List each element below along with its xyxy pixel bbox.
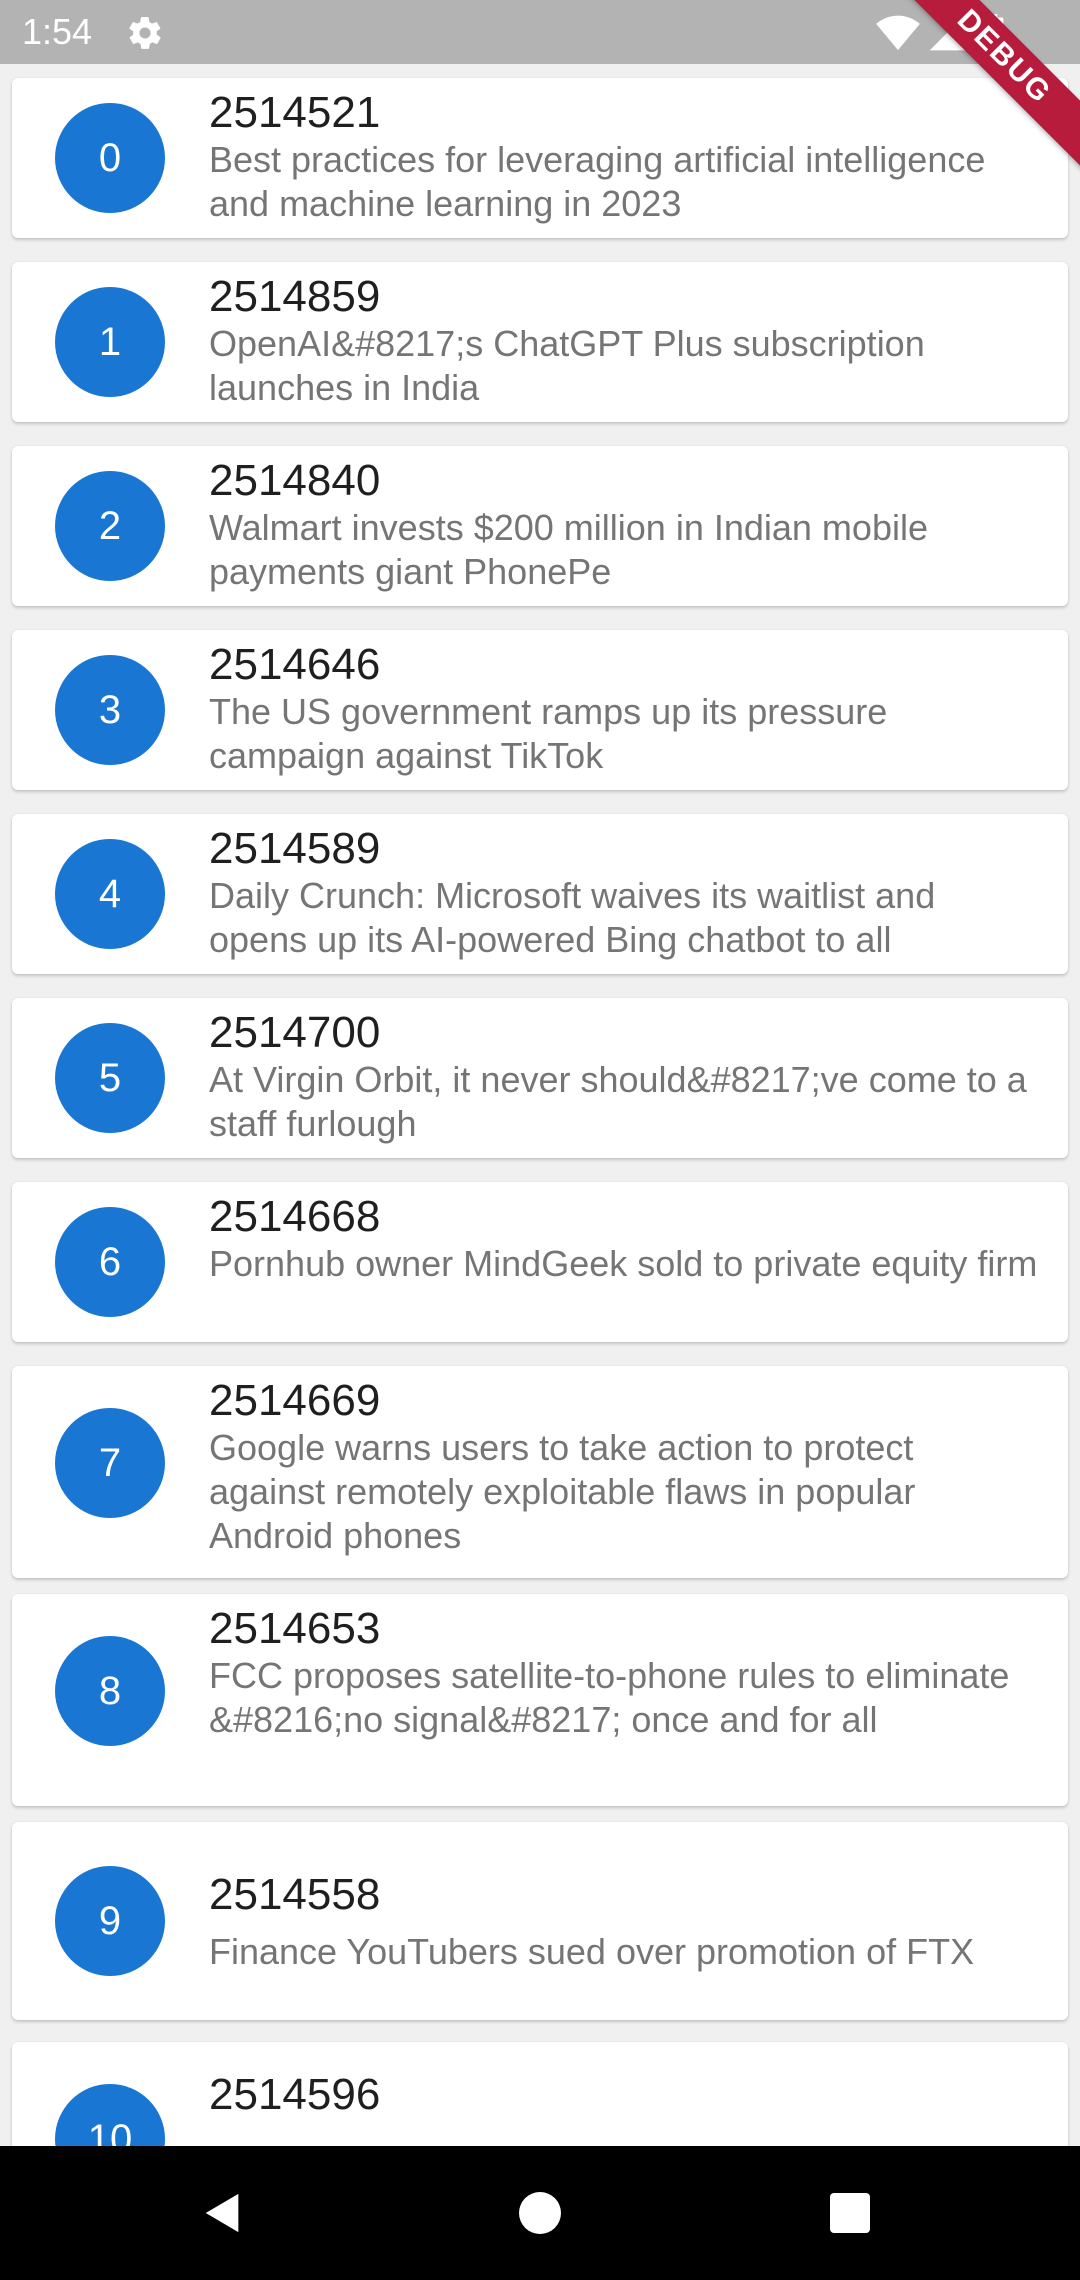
item-id: 2514668 [209,1192,381,1241]
index-avatar: 3 [55,655,165,765]
index-avatar: 1 [55,287,165,397]
status-bar: 1:54 [0,0,1080,64]
item-id: 2514521 [209,88,381,137]
index-avatar: 10 [55,2084,165,2146]
recents-icon[interactable] [830,2193,870,2233]
list-item[interactable]: 4 2514589 Daily Crunch: Microsoft waives i… [12,814,1068,974]
item-id: 2514859 [209,272,381,321]
index-avatar: 5 [55,1023,165,1133]
index-avatar: 0 [55,103,165,213]
item-id: 2514653 [209,1604,381,1653]
item-id: 2514596 [209,2070,381,2119]
item-id: 2514669 [209,1376,381,1425]
item-title: The US government ramps up its pressure … [209,691,888,776]
item-title: Pornhub owner MindGeek sold to private e… [209,1243,1038,1284]
list-item[interactable]: 10 2514596 [12,2042,1068,2146]
list-item[interactable]: 8 2514653 FCC proposes satellite-to-phone … [12,1594,1068,1806]
item-title: Walmart invests $200 million in Indian m… [209,507,928,592]
wifi-icon [876,15,920,51]
index-avatar: 2 [55,471,165,581]
item-title: Daily Crunch: Microsoft waives its waitl… [209,875,936,960]
item-title: Google warns users to take action to pro… [209,1427,916,1556]
list-item[interactable]: 6 2514668 Pornhub owner MindGeek sold to p… [12,1182,1068,1342]
item-title: Finance YouTubers sued over promotion of… [209,1931,975,1972]
item-title: At Virgin Orbit, it never should&#8217;v… [209,1059,1027,1144]
list-item[interactable]: 9 2514558 Finance YouTubers sued over prom… [12,1822,1068,2020]
gear-icon [129,17,161,49]
news-list[interactable]: 0 2514521 Best practices for leveraging ar… [0,64,1080,2146]
index-avatar: 6 [55,1207,165,1317]
navigation-bar [0,2146,1080,2280]
back-icon[interactable] [200,2190,246,2236]
item-id: 2514700 [209,1008,381,1057]
list-item[interactable]: 7 2514669 Google warns users to take actio… [12,1366,1068,1578]
item-id: 2514589 [209,824,381,873]
status-time: 1:54 [22,11,93,52]
item-title: OpenAI&#8217;s ChatGPT Plus subscription… [209,323,925,408]
item-title: Best practices for leveraging artificial… [209,139,986,224]
list-item[interactable]: 5 2514700 At Virgin Orbit, it never should… [12,998,1068,1158]
item-id: 2514840 [209,456,381,505]
list-item[interactable]: 1 2514859 OpenAI&#8217;s ChatGPT Plus subs… [12,262,1068,422]
index-avatar: 4 [55,839,165,949]
item-id: 2514558 [209,1870,381,1919]
list-item[interactable]: 2 2514840 Walmart invests $200 million in … [12,446,1068,606]
list-item[interactable]: 3 2514646 The US government ramps up its p… [12,630,1068,790]
index-avatar: 8 [55,1636,165,1746]
app-screen: 1:54 DEBUG 0 2514521 Best practices for le… [0,0,1080,2280]
index-avatar: 9 [55,1866,165,1976]
home-icon[interactable] [519,2192,561,2234]
item-title: FCC proposes satellite-to-phone rules to… [209,1655,1010,1740]
list-item[interactable]: 0 2514521 Best practices for leveraging ar… [12,78,1068,238]
item-id: 2514646 [209,640,381,689]
index-avatar: 7 [55,1408,165,1518]
